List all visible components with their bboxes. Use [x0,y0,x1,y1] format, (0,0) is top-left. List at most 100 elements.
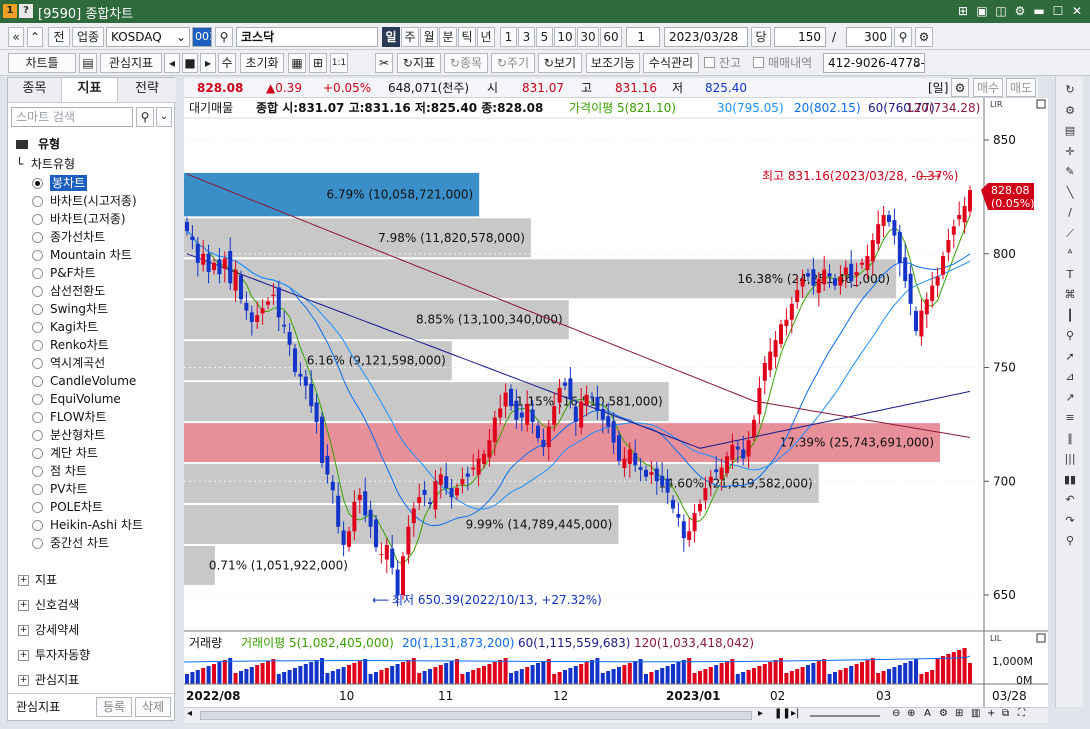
interval-3-button[interactable]: 3 [518,27,535,47]
chart-type-item[interactable]: 바차트(시고저종) [50,193,137,209]
delete-button[interactable]: 삭제 [135,697,171,717]
zoom-out-icon[interactable]: ⊖ [892,708,900,719]
register-button[interactable]: 등록 [96,697,132,717]
save-layout-icon[interactable]: ▤ [79,53,97,73]
tab-stocks[interactable]: 종목 [8,78,62,102]
tab-indicators[interactable]: 지표 [62,78,118,102]
radio-icon[interactable] [32,430,43,441]
period-week-button[interactable]: 주 [401,27,419,47]
search-icon[interactable]: ⚲ [136,107,154,127]
chart-type-item[interactable]: POLE차트 [50,499,103,515]
candle-icon[interactable]: ┃ [1062,308,1078,324]
scissors-icon[interactable]: ✂ [375,53,393,73]
ruler-icon[interactable]: ⊿ [1062,369,1078,385]
period-minute-button[interactable]: 분 [439,27,457,47]
group-watch[interactable]: + 관심지표 [18,672,79,688]
tab-strategy[interactable]: 전략 [118,78,176,102]
radio-icon[interactable] [32,232,43,243]
group-indicator[interactable]: + 지표 [18,572,57,588]
gear-icon[interactable]: ⚙ [939,708,948,719]
init-button[interactable]: 초기화 [240,53,284,73]
radio-icon[interactable] [32,448,43,459]
bars-icon[interactable]: ||| [1062,451,1078,467]
aux-button[interactable]: 보조기능 [586,53,640,73]
manual-button[interactable]: 수 [218,53,236,73]
window-icon[interactable]: ⧉ [1002,708,1009,719]
group-investor[interactable]: + 투자자동향 [18,647,90,663]
buy-button[interactable]: 매수 [973,78,1003,97]
close-icon[interactable]: ✕ [1069,3,1085,19]
chart-type-item[interactable]: 삼선전환도 [50,283,105,299]
gann-icon[interactable]: ▮▮ [1062,472,1078,488]
text-tool-icon[interactable]: T [1062,267,1078,283]
search-icon[interactable]: ⚲ [1062,533,1078,549]
refresh-icon[interactable]: ↻ [1062,82,1078,98]
gear-icon[interactable]: ⚙ [915,27,933,47]
arrow-tool-icon[interactable]: ↗ [1062,390,1078,406]
redo-icon[interactable]: ↷ [1062,513,1078,529]
nav-first-button[interactable]: « [8,27,24,47]
chart-type-item[interactable]: FLOW차트 [50,409,107,425]
fib-icon[interactable]: ≡ [1062,410,1078,426]
all-icon[interactable]: ⌘ [1062,287,1078,303]
radio-icon[interactable] [32,250,43,261]
chart-settings-icon[interactable]: ⚙ [951,78,969,97]
radio-icon[interactable] [32,214,43,225]
chart-scrollbar[interactable]: ◂ ▸ ❚❚ ▸| ⊖ ⊕ A ⚙ ⊞ ▥ + ⧉ ⛶ [184,707,1048,723]
period-month-button[interactable]: 월 [420,27,438,47]
pencil-icon[interactable]: ✎ [1062,164,1078,180]
save-icon[interactable]: ▣ [974,3,990,19]
auto-icon[interactable]: ᴬ [1062,246,1078,262]
ratio-button[interactable]: 1:1 [330,53,348,73]
play-icon[interactable]: ▸ [200,53,216,73]
stop-icon[interactable]: ■ [182,53,198,73]
name-field[interactable]: 코스닥 [236,27,378,47]
help-icon[interactable]: ? [19,4,33,18]
radio-icon[interactable] [32,268,43,279]
group-chart-type[interactable]: └ 차트유형 [16,156,75,172]
interval-10-button[interactable]: 10 [554,27,576,47]
sector-button[interactable]: 업종 [72,27,104,47]
split-icon[interactable]: ▥ [971,708,980,719]
zoom-slider[interactable] [810,715,880,717]
add-icon[interactable]: + [987,708,995,719]
chart-type-item[interactable]: Heikin-Ashi 차트 [50,517,143,533]
radio-icon[interactable] [32,340,43,351]
search-icon[interactable]: ⚲ [215,27,233,47]
group-signal[interactable]: + 신호검색 [18,597,79,613]
line-tool-icon[interactable]: ╲ [1062,185,1078,201]
sell-button[interactable]: 매도 [1006,78,1036,97]
chart-type-item[interactable]: 봉차트 [50,175,88,191]
radio-icon[interactable] [32,376,43,387]
period-year-button[interactable]: 년 [477,27,495,47]
scroll-track[interactable] [200,711,752,720]
pause-icon[interactable]: ❚❚ [774,708,791,719]
interval-1-button[interactable]: 1 [500,27,517,47]
chart-type-item[interactable]: 종가선차트 [50,229,105,245]
nav-up-button[interactable]: ⌃ [27,27,43,47]
radio-icon[interactable] [32,304,43,315]
interval-60-button[interactable]: 60 [600,27,622,47]
radio-icon[interactable] [32,484,43,495]
ray-icon[interactable]: ⟋ [1062,226,1078,242]
period-button[interactable]: ↻주기 [491,53,535,73]
radio-icon[interactable] [32,322,43,333]
radio-icon[interactable] [32,466,43,477]
settings-icon[interactable]: ⚙ [1012,3,1028,19]
pane-maximize-icon[interactable] [1036,99,1046,109]
radio-icon[interactable] [32,358,43,369]
fullscreen-icon[interactable]: ⛶ [1018,708,1025,719]
watch-indicator-button[interactable]: 관심지표 [100,53,162,73]
radio-icon[interactable] [32,520,43,531]
prev-arrow-icon[interactable]: ◂ [164,53,180,73]
zoom-in-icon[interactable]: ⊕ [907,708,915,719]
capture-icon[interactable]: ◫ [993,3,1009,19]
interval-5-button[interactable]: 5 [536,27,553,47]
chart-type-button[interactable]: 차트틀 [8,53,76,73]
zoom-icon[interactable]: ⚲ [894,27,912,47]
unit-button[interactable]: 당 [751,27,771,47]
interval-input[interactable]: 1 [626,27,660,47]
prev-button[interactable]: 전 [48,27,70,47]
cursor-icon[interactable]: ➚ [1062,349,1078,365]
period-tick-button[interactable]: 틱 [458,27,476,47]
